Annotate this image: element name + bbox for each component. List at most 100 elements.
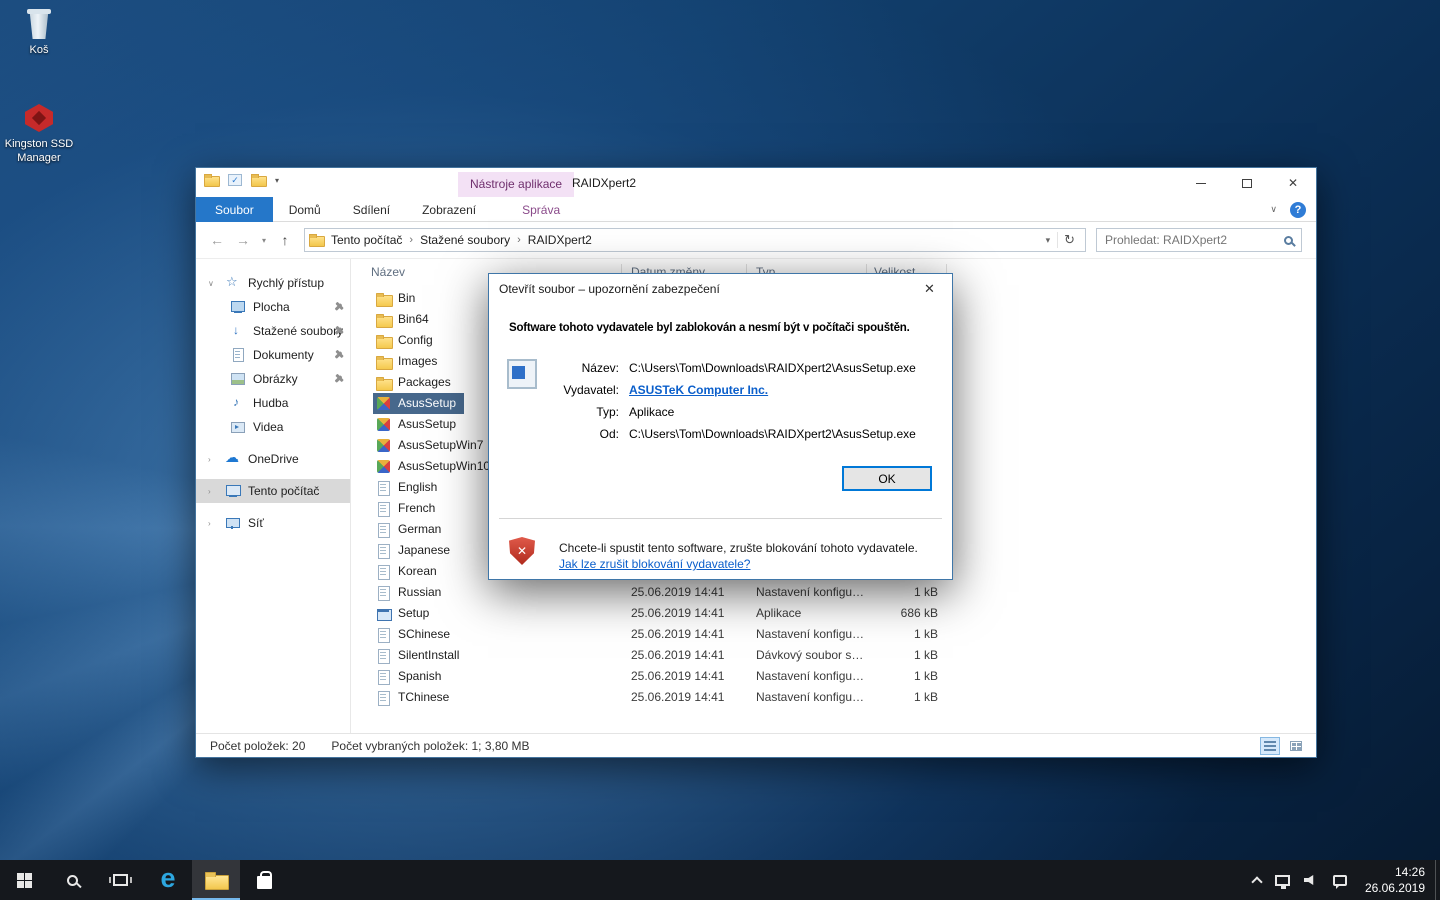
file-name-cell[interactable]: Packages bbox=[373, 372, 459, 393]
table-row[interactable]: Spanish 25.06.2019 14:41 Nastavení konfi… bbox=[351, 666, 1316, 687]
properties-icon[interactable]: ✓ bbox=[228, 174, 242, 186]
expand-ribbon-icon[interactable]: ∨ bbox=[1270, 204, 1277, 215]
field-value-name: C:\Users\Tom\Downloads\RAIDXpert2\AsusSe… bbox=[629, 361, 916, 375]
hidden-icons-chevron-icon[interactable] bbox=[1251, 876, 1262, 887]
sidebar-item[interactable]: Dokumenty bbox=[196, 343, 350, 367]
breadcrumb-raidxpert2[interactable]: RAIDXpert2 bbox=[521, 233, 599, 247]
edge-button[interactable]: e bbox=[144, 860, 192, 900]
file-name-cell[interactable]: Config bbox=[373, 330, 441, 351]
search-input[interactable] bbox=[1105, 233, 1265, 247]
ribbon-tab[interactable]: Soubor bbox=[196, 197, 273, 222]
ribbon-tab[interactable]: Zobrazení bbox=[406, 197, 492, 222]
breadcrumb-downloads[interactable]: Stažené soubory bbox=[413, 233, 517, 247]
sidebar-item[interactable]: Obrázky bbox=[196, 367, 350, 391]
sidebar-item[interactable]: Plocha bbox=[196, 295, 350, 319]
file-name-cell[interactable]: Images bbox=[373, 351, 445, 372]
table-row[interactable]: SilentInstall 25.06.2019 14:41 Dávkový s… bbox=[351, 645, 1316, 666]
volume-icon[interactable] bbox=[1304, 874, 1319, 886]
refresh-icon[interactable]: ↻ bbox=[1057, 232, 1081, 248]
file-icon bbox=[376, 606, 392, 621]
sidebar-item-this-pc[interactable]: › Tento počítač bbox=[196, 479, 350, 503]
sidebar-item[interactable]: Hudba bbox=[196, 391, 350, 415]
table-row[interactable]: SChinese 25.06.2019 14:41 Nastavení konf… bbox=[351, 624, 1316, 645]
breadcrumb-this-pc[interactable]: Tento počítač bbox=[324, 233, 409, 247]
ribbon-tab[interactable]: Domů bbox=[273, 197, 337, 222]
address-bar[interactable]: Tento počítač › Stažené soubory › RAIDXp… bbox=[304, 228, 1086, 252]
clock-date: 26.06.2019 bbox=[1365, 880, 1425, 896]
back-button[interactable]: ← bbox=[204, 232, 230, 248]
file-name-cell[interactable]: Spanish bbox=[373, 666, 449, 687]
show-desktop-button[interactable] bbox=[1435, 860, 1440, 900]
sidebar-item-label: Tento počítač bbox=[248, 484, 319, 498]
file-name-cell[interactable]: German bbox=[373, 519, 449, 540]
task-view-button[interactable] bbox=[96, 860, 144, 900]
sidebar-item-onedrive[interactable]: › OneDrive bbox=[196, 447, 350, 471]
sidebar-item[interactable]: Videa bbox=[196, 415, 350, 439]
chevron-down-icon[interactable]: ∨ bbox=[208, 279, 218, 288]
up-button[interactable]: ↑ bbox=[272, 232, 298, 248]
file-icon bbox=[376, 459, 392, 474]
file-type: Nastavení konfigu… bbox=[756, 582, 864, 603]
close-icon[interactable]: ✕ bbox=[907, 274, 952, 304]
column-header-name[interactable]: Název bbox=[371, 265, 405, 279]
unblock-help-link[interactable]: Jak lze zrušit blokování vydavatele? bbox=[559, 557, 750, 571]
file-name-cell[interactable]: English bbox=[373, 477, 445, 498]
file-name-cell[interactable]: Japanese bbox=[373, 540, 458, 561]
file-date: 25.06.2019 14:41 bbox=[631, 582, 724, 603]
help-icon[interactable]: ? bbox=[1290, 202, 1306, 218]
file-name-cell[interactable]: AsusSetup bbox=[373, 393, 464, 414]
table-row[interactable]: Setup 25.06.2019 14:41 Aplikace 686 kB bbox=[351, 603, 1316, 624]
file-name-cell[interactable]: AsusSetup bbox=[373, 414, 464, 435]
minimize-button[interactable] bbox=[1178, 168, 1224, 198]
details-view-button[interactable] bbox=[1260, 737, 1280, 755]
dialog-fields: Název: C:\Users\Tom\Downloads\RAIDXpert2… bbox=[555, 361, 916, 441]
file-name-cell[interactable]: Korean bbox=[373, 561, 445, 582]
customize-toolbar-caret-icon[interactable]: ▾ bbox=[275, 176, 279, 185]
kingston-ssd-manager-icon[interactable]: Kingston SSD Manager bbox=[0, 102, 78, 166]
new-folder-icon[interactable] bbox=[251, 174, 266, 186]
file-icon bbox=[376, 438, 392, 453]
chevron-right-icon[interactable]: › bbox=[208, 487, 218, 496]
file-name-cell[interactable]: French bbox=[373, 498, 443, 519]
kingston-icon bbox=[23, 102, 55, 134]
large-icons-view-button[interactable] bbox=[1286, 737, 1306, 755]
file-name: AsusSetup bbox=[398, 393, 456, 414]
search-box[interactable] bbox=[1096, 228, 1302, 252]
ribbon-tab[interactable]: Správa bbox=[506, 197, 576, 222]
dialog-heading: Software tohoto vydavatele byl zabloková… bbox=[509, 322, 944, 334]
forward-button[interactable]: → bbox=[230, 232, 256, 248]
taskbar-search-button[interactable] bbox=[48, 860, 96, 900]
action-center-icon[interactable] bbox=[1333, 875, 1347, 886]
file-explorer-button[interactable] bbox=[192, 860, 240, 900]
file-size: 686 kB bbox=[874, 603, 938, 624]
recent-locations-caret-icon[interactable]: ▾ bbox=[256, 236, 272, 245]
address-dropdown-icon[interactable]: ▾ bbox=[1039, 235, 1058, 246]
network-tray-icon[interactable] bbox=[1275, 875, 1290, 886]
file-name-cell[interactable]: TChinese bbox=[373, 687, 457, 708]
table-row[interactable]: TChinese 25.06.2019 14:41 Nastavení konf… bbox=[351, 687, 1316, 708]
file-name-cell[interactable]: SilentInstall bbox=[373, 645, 467, 666]
ok-button[interactable]: OK bbox=[842, 466, 932, 491]
file-name-cell[interactable]: Bin64 bbox=[373, 309, 437, 330]
file-name-cell[interactable]: SChinese bbox=[373, 624, 458, 645]
close-button[interactable]: ✕ bbox=[1270, 168, 1316, 198]
sidebar-item-network[interactable]: › Síť bbox=[196, 511, 350, 535]
taskbar-clock[interactable]: 14:26 26.06.2019 bbox=[1365, 864, 1425, 896]
start-button[interactable] bbox=[0, 860, 48, 900]
ribbon-tab[interactable]: Sdílení bbox=[337, 197, 406, 222]
sidebar-item[interactable]: Stažené soubory bbox=[196, 319, 350, 343]
file-name-cell[interactable]: AsusSetupWin7 bbox=[373, 435, 491, 456]
file-name-cell[interactable]: AsusSetupWin10 bbox=[373, 456, 498, 477]
file-name-cell[interactable]: Setup bbox=[373, 603, 437, 624]
chevron-right-icon[interactable]: › bbox=[208, 519, 218, 528]
recycle-bin-icon[interactable]: Koš bbox=[0, 8, 78, 58]
maximize-button[interactable] bbox=[1224, 168, 1270, 198]
chevron-right-icon[interactable]: › bbox=[208, 455, 218, 464]
publisher-link[interactable]: ASUSTeK Computer Inc. bbox=[629, 383, 916, 397]
file-name-cell[interactable]: Russian bbox=[373, 582, 449, 603]
sidebar-item-quick-access[interactable]: ∨ Rychlý přístup bbox=[196, 271, 350, 295]
store-button[interactable] bbox=[240, 860, 288, 900]
system-tray: 14:26 26.06.2019 bbox=[1253, 860, 1435, 900]
table-row[interactable]: Russian 25.06.2019 14:41 Nastavení konfi… bbox=[351, 582, 1316, 603]
file-name-cell[interactable]: Bin bbox=[373, 288, 423, 309]
